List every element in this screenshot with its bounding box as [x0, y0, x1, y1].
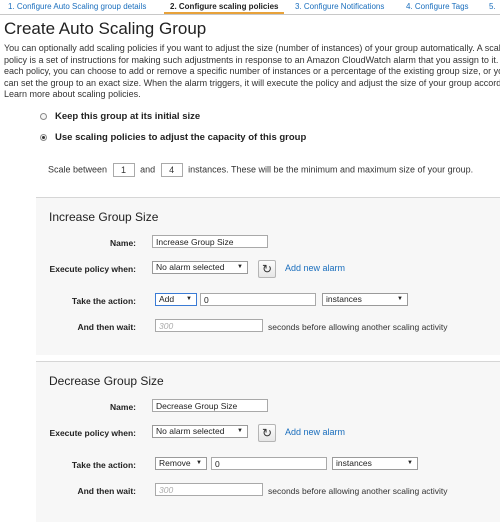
decrease-name-input[interactable]: Decrease Group Size: [152, 399, 268, 412]
caret-down-icon: ▼: [196, 460, 202, 466]
refresh-icon: ↻: [261, 426, 273, 440]
scale-prefix: Scale between: [48, 164, 108, 175]
max-size-input[interactable]: 4: [160, 163, 183, 177]
increase-policy-panel: Increase Group Size Name: Increase Group…: [36, 197, 500, 355]
option-keep-initial-size-label: Keep this group at its initial size: [55, 111, 201, 122]
increase-alarm-value: No alarm selected: [156, 262, 225, 272]
increase-refresh-button[interactable]: ↻: [258, 260, 276, 278]
increase-name-label: Name:: [110, 238, 136, 248]
increase-wait-label: And then wait:: [77, 322, 136, 332]
option-keep-initial-size[interactable]: Keep this group at its initial size: [40, 111, 200, 122]
radio-button-icon[interactable]: [40, 134, 47, 141]
decrease-policy-heading: Decrease Group Size: [49, 374, 164, 388]
decrease-refresh-button[interactable]: ↻: [258, 424, 276, 442]
scale-range-row: Scale between 1 and 4 instances. These w…: [48, 163, 473, 177]
increase-execute-label: Execute policy when:: [49, 264, 136, 274]
decrease-name-label: Name:: [110, 402, 136, 412]
decrease-add-alarm-link[interactable]: Add new alarm: [285, 427, 345, 437]
wizard-step-details[interactable]: 1. Configure Auto Scaling group details: [8, 2, 146, 11]
wizard-step-scaling-policies[interactable]: 2. Configure scaling policies: [163, 2, 285, 14]
min-size-input[interactable]: 1: [112, 163, 135, 177]
caret-down-icon: ▼: [237, 428, 243, 434]
scale-suffix: instances. These will be the minimum and…: [188, 164, 474, 175]
caret-down-icon: ▼: [186, 296, 192, 302]
increase-alarm-select[interactable]: No alarm selected ▼: [152, 261, 248, 274]
scale-and: and: [140, 164, 156, 175]
caret-down-icon: ▼: [237, 264, 243, 270]
increase-unit-select[interactable]: instances ▼: [322, 293, 408, 306]
increase-action-label: Take the action:: [71, 296, 136, 306]
decrease-wait-note: seconds before allowing another scaling …: [268, 486, 448, 496]
wizard-step-review[interactable]: 5.: [489, 2, 496, 11]
increase-unit-value: instances: [326, 294, 362, 304]
page-description: You can optionally add scaling policies …: [4, 43, 500, 99]
increase-wait-input[interactable]: 300: [155, 319, 263, 332]
wizard-step-tags[interactable]: 4. Configure Tags: [406, 2, 469, 11]
page-title: Create Auto Scaling Group: [4, 19, 207, 38]
caret-down-icon: ▼: [397, 296, 403, 302]
increase-name-input[interactable]: Increase Group Size: [152, 235, 268, 248]
increase-action-select[interactable]: Add ▼: [155, 293, 197, 306]
increase-add-alarm-link[interactable]: Add new alarm: [285, 263, 345, 273]
increase-amount-input[interactable]: 0: [200, 293, 316, 306]
option-use-scaling-policies-label: Use scaling policies to adjust the capac…: [55, 132, 307, 143]
decrease-wait-label: And then wait:: [77, 486, 136, 496]
option-use-scaling-policies[interactable]: Use scaling policies to adjust the capac…: [40, 132, 306, 143]
decrease-execute-label: Execute policy when:: [49, 428, 136, 438]
decrease-alarm-value: No alarm selected: [156, 426, 225, 436]
decrease-alarm-select[interactable]: No alarm selected ▼: [152, 425, 248, 438]
decrease-action-value: Remove: [159, 458, 191, 468]
decrease-unit-value: instances: [336, 458, 372, 468]
caret-down-icon: ▼: [407, 460, 413, 466]
decrease-action-label: Take the action:: [71, 460, 136, 470]
radio-button-icon[interactable]: [40, 113, 47, 120]
wizard-steps: 1. Configure Auto Scaling group details …: [0, 0, 500, 15]
wizard-step-notifications[interactable]: 3. Configure Notifications: [295, 2, 384, 11]
increase-policy-heading: Increase Group Size: [49, 210, 159, 224]
decrease-amount-input[interactable]: 0: [211, 457, 327, 470]
decrease-unit-select[interactable]: instances ▼: [332, 457, 418, 470]
increase-wait-note: seconds before allowing another scaling …: [268, 322, 448, 332]
increase-action-value: Add: [159, 294, 175, 304]
refresh-icon: ↻: [261, 262, 273, 276]
decrease-wait-input[interactable]: 300: [155, 483, 263, 496]
decrease-action-select[interactable]: Remove ▼: [155, 457, 207, 470]
decrease-policy-panel: Decrease Group Size Name: Decrease Group…: [36, 361, 500, 522]
